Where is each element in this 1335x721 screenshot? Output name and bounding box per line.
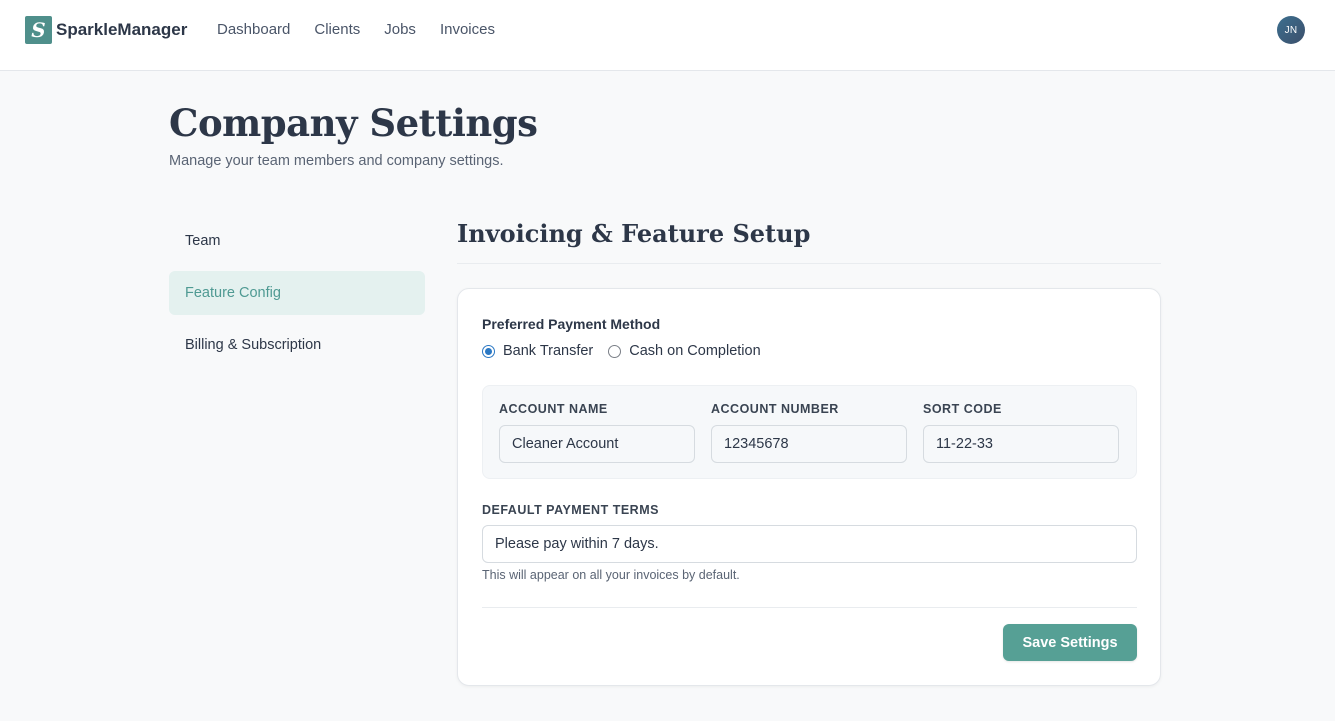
user-avatar[interactable]: JN [1277, 16, 1305, 44]
account-number-input[interactable]: 12345678 [711, 425, 907, 463]
account-name-input[interactable]: Cleaner Account [499, 425, 695, 463]
sort-code-label: SORT CODE [923, 402, 1002, 416]
radio-label: Bank Transfer [503, 343, 594, 359]
nav-clients[interactable]: Clients [314, 21, 360, 39]
payment-method-label: Preferred Payment Method [482, 316, 661, 332]
payment-terms-label: DEFAULT PAYMENT TERMS [482, 503, 659, 517]
radio-unchecked-icon[interactable] [608, 344, 622, 358]
account-number-label: ACCOUNT NUMBER [711, 402, 839, 416]
radio-checked-icon[interactable] [482, 344, 495, 358]
settings-sidebar: Team Feature Config Billing & Subscripti… [169, 219, 425, 375]
main-nav: Dashboard Clients Jobs Invoices [217, 21, 519, 39]
app-name: SparkleManager [56, 20, 188, 39]
radio-label: Cash on Completion [629, 343, 761, 359]
radio-bank-transfer[interactable]: Bank Transfer [482, 343, 593, 359]
section-title: Invoicing & Feature Setup [457, 219, 811, 248]
sidebar-item-feature-config[interactable]: Feature Config [169, 271, 425, 315]
nav-jobs[interactable]: Jobs [384, 21, 416, 39]
top-navbar: S SparkleManager Dashboard Clients Jobs … [0, 0, 1335, 71]
payment-terms-help: This will appear on all your invoices by… [482, 568, 740, 582]
card-divider [482, 607, 1137, 608]
bank-details-panel: ACCOUNT NAME Cleaner Account ACCOUNT NUM… [482, 385, 1137, 479]
save-settings-button[interactable]: Save Settings [1003, 624, 1137, 661]
section-divider [457, 263, 1161, 264]
account-name-group: ACCOUNT NAME Cleaner Account [499, 402, 695, 463]
sidebar-item-billing[interactable]: Billing & Subscription [169, 323, 425, 367]
account-number-group: ACCOUNT NUMBER 12345678 [711, 402, 907, 463]
logo-icon: S [25, 16, 52, 44]
sort-code-input[interactable]: 11-22-33 [923, 425, 1119, 463]
payment-terms-input[interactable]: Please pay within 7 days. [482, 525, 1137, 563]
page-subtitle: Manage your team members and company set… [169, 153, 504, 169]
account-name-label: ACCOUNT NAME [499, 402, 608, 416]
sidebar-item-team[interactable]: Team [169, 219, 425, 263]
app-logo[interactable]: S SparkleManager [25, 16, 187, 44]
sort-code-group: SORT CODE 11-22-33 [923, 402, 1119, 463]
radio-cash-on-completion[interactable]: Cash on Completion [608, 343, 761, 359]
nav-invoices[interactable]: Invoices [440, 21, 495, 39]
page-title: Company Settings [169, 101, 538, 145]
settings-card: Preferred Payment Method Bank Transfer C… [457, 288, 1161, 686]
nav-dashboard[interactable]: Dashboard [217, 21, 290, 39]
payment-method-radios: Bank Transfer Cash on Completion [482, 343, 776, 359]
